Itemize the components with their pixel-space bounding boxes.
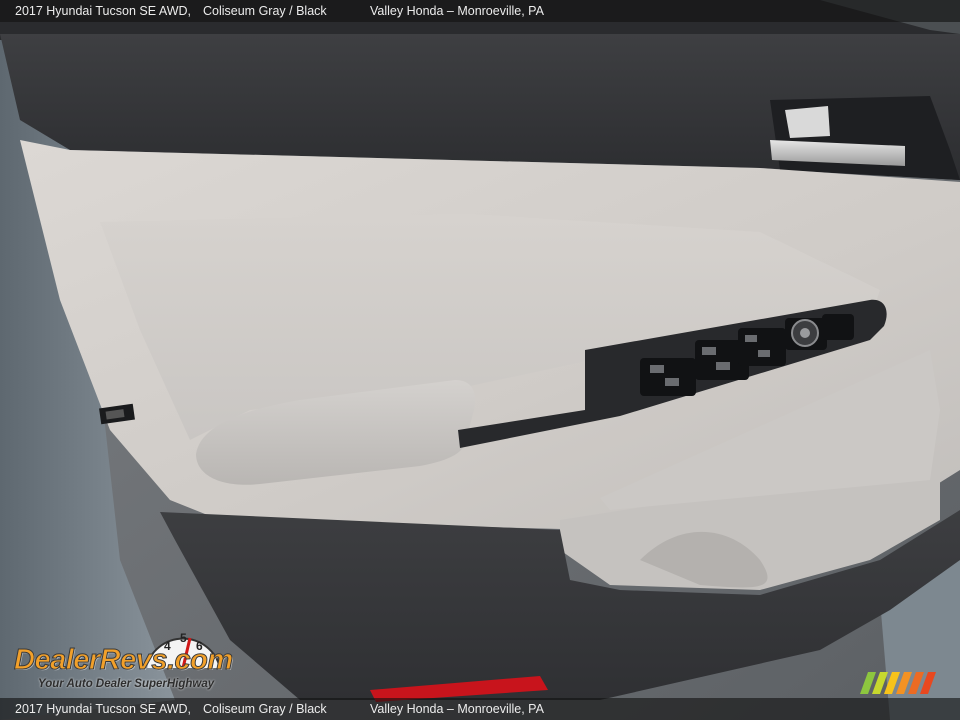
logo-wordmark: DealerRevs.com <box>14 644 234 677</box>
caption-dealer: Valley Honda – Monroeville, PA <box>370 4 544 18</box>
gauge-number: 5 <box>180 631 187 645</box>
logo-tagline: Your Auto Dealer SuperHighway <box>38 678 215 690</box>
stripes-logo-icon <box>860 672 936 694</box>
caption-color: Coliseum Gray / Black <box>203 4 327 18</box>
caption-vehicle: 2017 Hyundai Tucson SE AWD, <box>15 4 192 18</box>
caption-bar-top: 2017 Hyundai Tucson SE AWD, Coliseum Gra… <box>0 0 960 22</box>
caption-bar-bottom: 2017 Hyundai Tucson SE AWD, Coliseum Gra… <box>0 698 960 720</box>
caption-dealer: Valley Honda – Monroeville, PA <box>370 702 544 716</box>
caption-color: Coliseum Gray / Black <box>203 702 327 716</box>
dealerrevs-logo: 4 5 6 DealerRevs.com Your Auto Dealer Su… <box>10 622 270 696</box>
caption-vehicle: 2017 Hyundai Tucson SE AWD, <box>15 702 192 716</box>
door-panel-photo <box>0 0 960 720</box>
